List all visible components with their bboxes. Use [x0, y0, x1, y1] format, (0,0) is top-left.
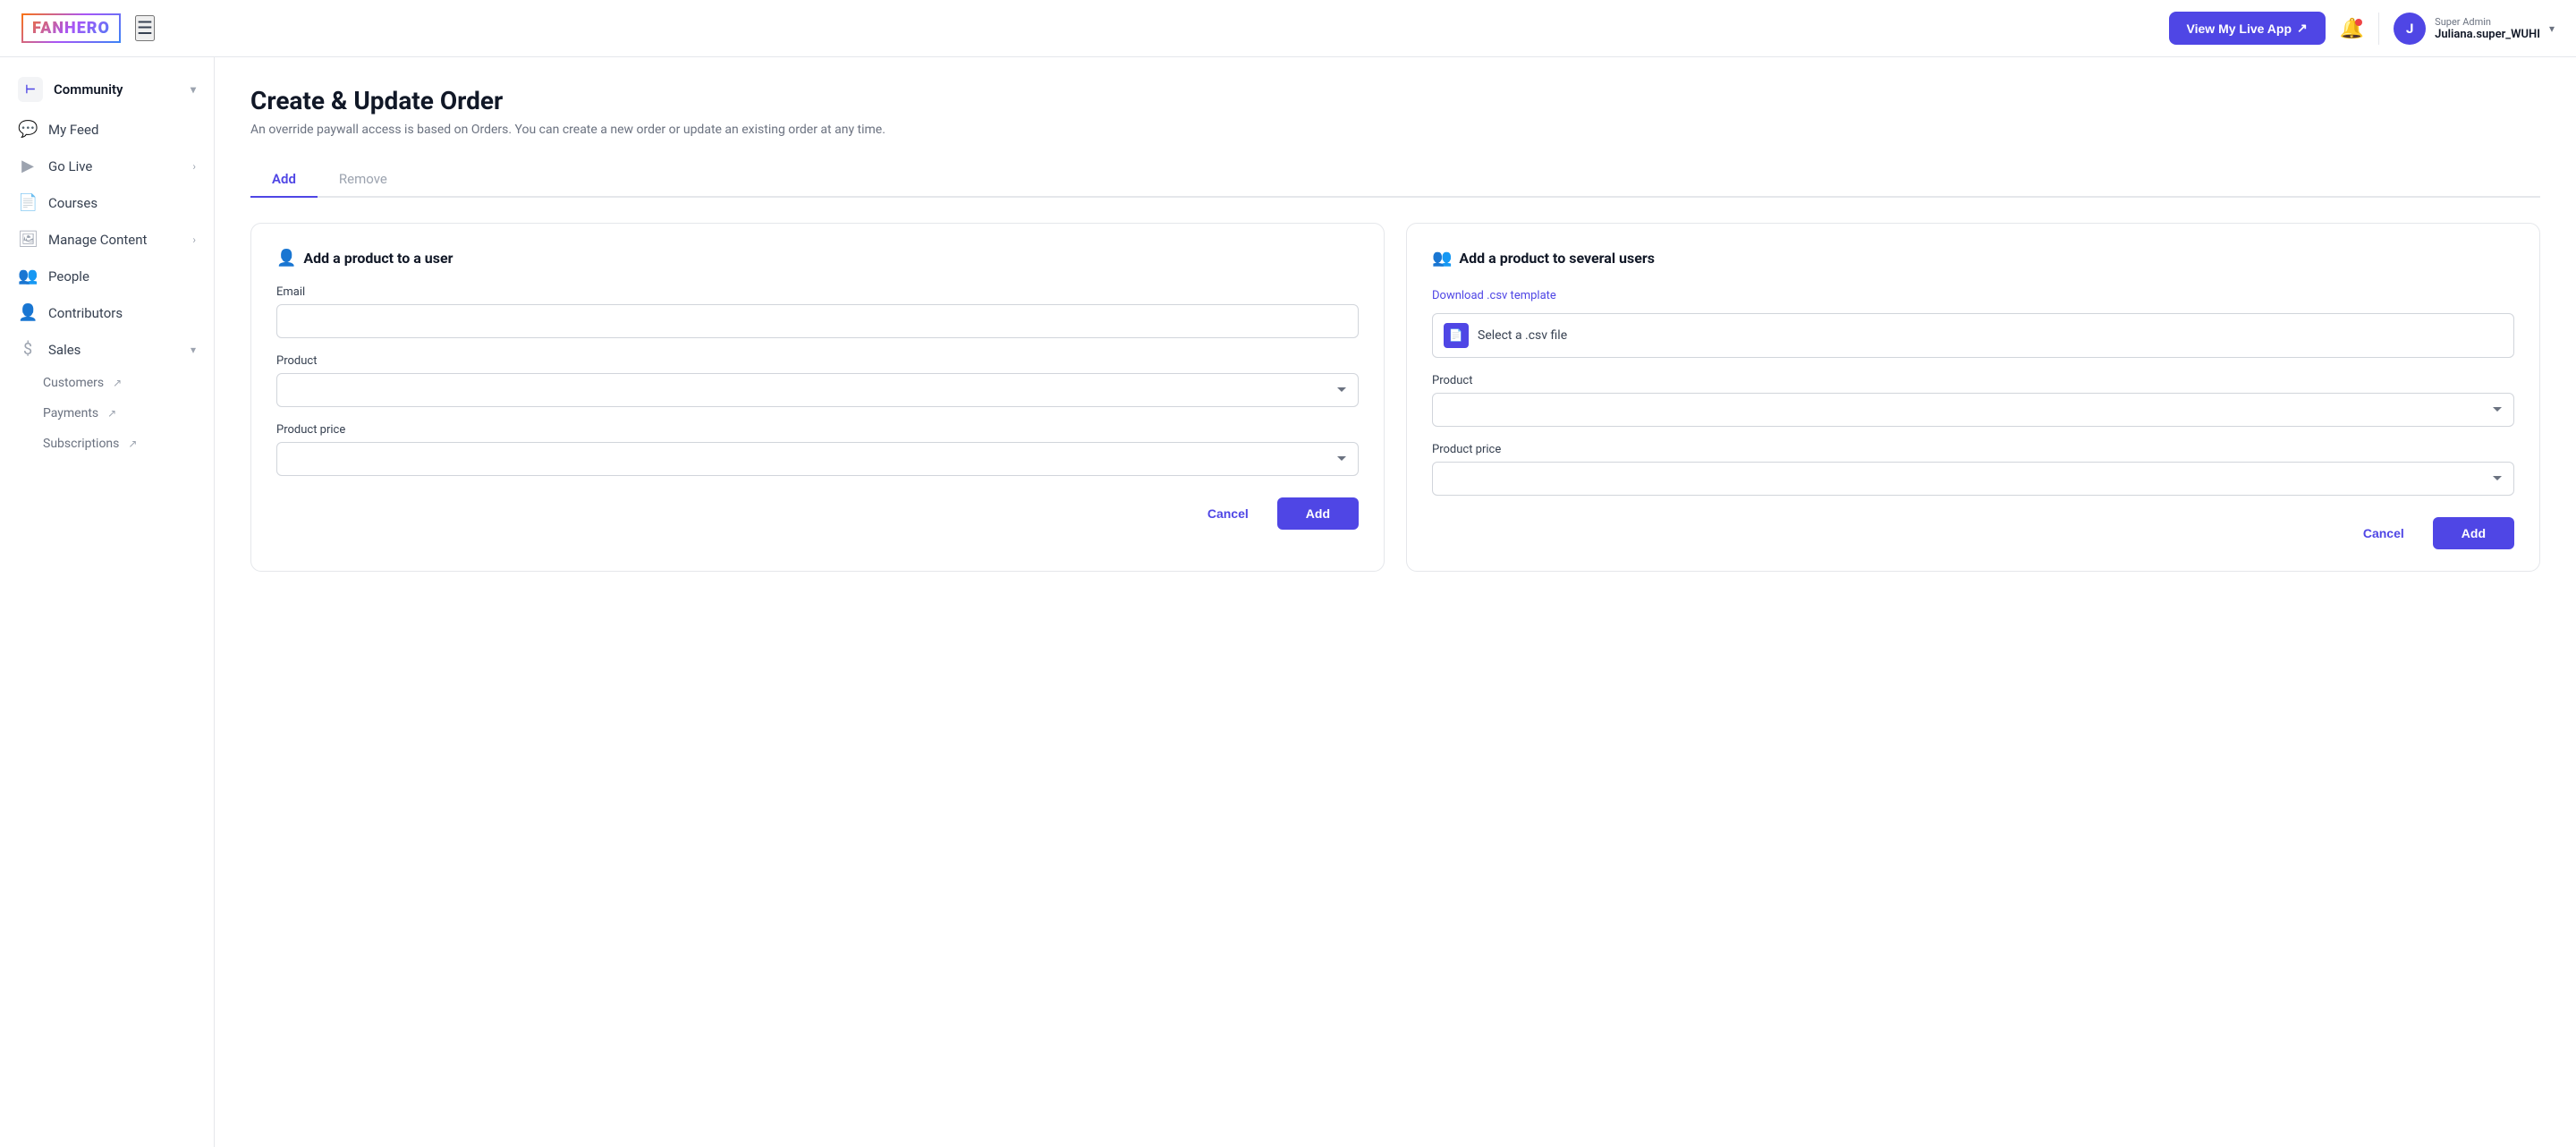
card-bulk-actions: Cancel Add: [1432, 517, 2514, 549]
nav-divider: [2378, 13, 2379, 45]
people-icon: 👥: [18, 267, 38, 285]
tab-add[interactable]: Add: [250, 162, 318, 198]
sidebar-community-label: Community: [54, 81, 180, 98]
chat-icon: 💬: [18, 120, 38, 139]
bulk-product-label: Product: [1432, 374, 2514, 387]
sidebar-item-payments[interactable]: Payments ↗: [0, 398, 214, 429]
sidebar-item-courses[interactable]: 📄 Courses: [0, 184, 214, 221]
subscriptions-ext-icon: ↗: [128, 438, 137, 450]
sidebar-item-my-feed[interactable]: 💬 My Feed: [0, 111, 214, 148]
product-label: Product: [276, 354, 1359, 368]
product-select[interactable]: [276, 373, 1359, 407]
product-price-group: Product price: [276, 423, 1359, 476]
download-csv-link[interactable]: Download .csv template: [1432, 289, 1556, 302]
single-user-icon: 👤: [276, 249, 296, 268]
card-bulk-user: 👥 Add a product to several users Downloa…: [1406, 223, 2540, 572]
subscriptions-label: Subscriptions: [43, 437, 119, 451]
single-add-button[interactable]: Add: [1277, 497, 1359, 530]
notifications-button[interactable]: 🔔: [2340, 17, 2364, 40]
play-icon: ▶: [18, 157, 38, 175]
csv-placeholder-text: Select a .csv file: [1478, 328, 1567, 343]
avatar: J: [2394, 13, 2426, 45]
sidebar-item-contributors[interactable]: 👤 Contributors: [0, 294, 214, 331]
sidebar-item-sales[interactable]: $ Sales ▾: [0, 331, 214, 368]
cards-row: 👤 Add a product to a user Email Product …: [250, 223, 2540, 572]
bulk-product-price-select[interactable]: [1432, 462, 2514, 496]
product-price-label: Product price: [276, 423, 1359, 437]
sidebar-community[interactable]: ⊢ Community ▾: [0, 68, 214, 111]
sidebar-item-people[interactable]: 👥 People: [0, 258, 214, 294]
tab-remove[interactable]: Remove: [318, 162, 409, 198]
card-single-title: 👤 Add a product to a user: [276, 249, 1359, 268]
payments-label: Payments: [43, 406, 98, 421]
bulk-user-icon: 👥: [1432, 249, 1452, 268]
go-live-arrow-icon: ›: [192, 160, 196, 173]
card-bulk-title: 👥 Add a product to several users: [1432, 249, 2514, 268]
topnav-left: FANHERO ☰: [21, 13, 155, 43]
user-text: Super Admin Juliana.super_WUHI: [2435, 16, 2540, 41]
card-single-actions: Cancel Add: [276, 497, 1359, 530]
logo[interactable]: FANHERO: [21, 13, 121, 43]
layout: ⊢ Community ▾ 💬 My Feed ▶ Go Live › 📄 Co…: [0, 57, 2576, 1147]
user-role: Super Admin: [2435, 16, 2540, 28]
email-input[interactable]: [276, 304, 1359, 338]
bulk-add-button[interactable]: Add: [2433, 517, 2514, 549]
people-label: People: [48, 268, 196, 285]
page-subtitle: An override paywall access is based on O…: [250, 123, 2540, 137]
topnav-right: View My Live App ↗ 🔔 J Super Admin Julia…: [2169, 12, 2555, 45]
tabs: Add Remove: [250, 162, 2540, 198]
sidebar: ⊢ Community ▾ 💬 My Feed ▶ Go Live › 📄 Co…: [0, 57, 215, 1147]
contributors-icon: 👤: [18, 303, 38, 322]
bulk-product-select[interactable]: [1432, 393, 2514, 427]
external-link-icon: ↗: [2297, 21, 2308, 36]
view-live-label: View My Live App: [2187, 21, 2292, 36]
courses-label: Courses: [48, 195, 196, 211]
sidebar-item-go-live[interactable]: ▶ Go Live ›: [0, 148, 214, 184]
bulk-product-group: Product: [1432, 374, 2514, 427]
product-price-select[interactable]: [276, 442, 1359, 476]
sidebar-item-manage-content[interactable]: 🖼 Manage Content ›: [0, 221, 214, 258]
hamburger-button[interactable]: ☰: [135, 15, 155, 41]
csv-file-selector[interactable]: 📄 Select a .csv file: [1432, 313, 2514, 358]
bulk-product-price-group: Product price: [1432, 443, 2514, 496]
csv-download-group: Download .csv template 📄 Select a .csv f…: [1432, 285, 2514, 358]
customers-label: Customers: [43, 376, 104, 390]
content-icon: 🖼: [18, 230, 38, 249]
my-feed-label: My Feed: [48, 122, 196, 138]
bulk-product-price-label: Product price: [1432, 443, 2514, 456]
sidebar-item-customers[interactable]: Customers ↗: [0, 368, 214, 398]
manage-content-arrow-icon: ›: [192, 234, 196, 246]
card-single-user: 👤 Add a product to a user Email Product …: [250, 223, 1385, 572]
sales-icon: $: [18, 340, 38, 359]
notification-dot: [2355, 19, 2362, 26]
contributors-label: Contributors: [48, 305, 196, 321]
user-name: Juliana.super_WUHI: [2435, 28, 2540, 41]
payments-ext-icon: ↗: [107, 407, 116, 420]
bulk-cancel-button[interactable]: Cancel: [2345, 517, 2422, 549]
courses-icon: 📄: [18, 193, 38, 212]
view-live-button[interactable]: View My Live App ↗: [2169, 12, 2326, 45]
product-group: Product: [276, 354, 1359, 407]
file-icon: 📄: [1444, 323, 1469, 348]
chevron-down-icon: ▾: [2549, 22, 2555, 35]
fh-icon: ⊢: [18, 77, 43, 102]
topnav: FANHERO ☰ View My Live App ↗ 🔔 J Super A…: [0, 0, 2576, 57]
community-chevron-icon: ▾: [191, 83, 196, 96]
sales-chevron-icon: ▾: [191, 344, 196, 356]
customers-ext-icon: ↗: [113, 377, 122, 389]
email-label: Email: [276, 285, 1359, 299]
user-menu[interactable]: J Super Admin Juliana.super_WUHI ▾: [2394, 13, 2555, 45]
email-group: Email: [276, 285, 1359, 338]
single-cancel-button[interactable]: Cancel: [1190, 497, 1267, 530]
sidebar-item-subscriptions[interactable]: Subscriptions ↗: [0, 429, 214, 459]
go-live-label: Go Live: [48, 158, 182, 174]
page-title: Create & Update Order: [250, 86, 2540, 115]
main-content: Create & Update Order An override paywal…: [215, 57, 2576, 1147]
sales-label: Sales: [48, 342, 180, 358]
manage-content-label: Manage Content: [48, 232, 182, 248]
